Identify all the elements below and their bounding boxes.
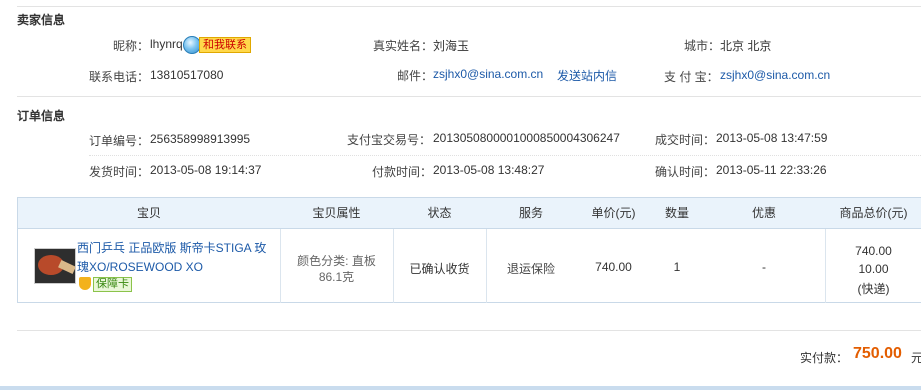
shipping-fee: 10.00: [858, 262, 889, 276]
item-quantity: 1: [673, 260, 681, 274]
alipay-label: 支 付 宝：: [664, 70, 719, 84]
col-quantity: 数量: [664, 206, 689, 220]
item-unit-price: 740.00: [595, 260, 632, 274]
contact-me-button[interactable]: 和我联系: [199, 37, 251, 53]
item-title-line1[interactable]: 西门乒乓 正品欧版 斯帝卡STIGA 玫: [77, 239, 266, 256]
city-label: 城市：: [684, 39, 721, 53]
bottom-bar: [0, 386, 921, 390]
table-header-row: 宝贝 宝贝属性 状态 服务 单价(元) 数量 优惠 商品总价(元): [18, 198, 921, 229]
city-value: 北京 北京: [720, 39, 772, 53]
seller-section-title: 卖家信息: [17, 13, 66, 27]
order-no-value: 256358998913995: [150, 132, 251, 146]
pay-time-label: 付款时间：: [372, 165, 433, 179]
col-total: 商品总价(元): [839, 206, 908, 220]
alipay-tx-label: 支付宝交易号：: [347, 133, 432, 147]
paddle-handle: [58, 259, 75, 275]
service-insurance-link[interactable]: 退运保险: [486, 260, 576, 277]
confirm-time-label: 确认时间：: [655, 165, 716, 179]
send-message-link[interactable]: 发送站内信: [557, 67, 617, 84]
col-discount: 优惠: [751, 206, 776, 220]
seller-divider: [17, 6, 921, 7]
col-service: 服务: [518, 206, 543, 220]
order-section-title: 订单信息: [17, 109, 66, 123]
item-status: 已确认收货: [409, 262, 470, 276]
ship-time-value: 2013-05-08 19:14:37: [150, 163, 262, 177]
col-status: 状态: [427, 206, 452, 220]
deal-time-label: 成交时间：: [655, 133, 716, 147]
item-attribute-line2: 86.1克: [318, 270, 355, 284]
col-unit-price: 单价(元): [591, 206, 636, 220]
real-name-value: 刘海玉: [433, 39, 470, 53]
item-thumbnail[interactable]: [34, 248, 76, 284]
phone-value: 13810517080: [150, 68, 224, 82]
paid-amount: 750.00: [853, 345, 902, 362]
item-total-price: 740.00: [855, 244, 892, 258]
phone-label: 联系电话：: [89, 70, 150, 84]
order-no-label: 订单编号：: [89, 134, 150, 148]
order-row-divider: [89, 155, 921, 156]
guarantee-shield-icon: [79, 277, 91, 290]
summary-divider: [17, 330, 921, 331]
item-attribute-line1: 颜色分类: 直板: [297, 254, 376, 268]
pay-time-value: 2013-05-08 13:48:27: [433, 163, 545, 177]
ship-time-label: 发货时间：: [89, 165, 150, 179]
nickname-label: 昵称：: [113, 39, 150, 53]
paid-unit: 元: [911, 351, 921, 365]
email-link[interactable]: zsjhx0@sina.com.cn: [433, 67, 543, 81]
nickname-value: lhynrq: [150, 37, 183, 51]
confirm-time-value: 2013-05-11 22:33:26: [716, 163, 827, 177]
shipping-method: (快递): [857, 282, 890, 296]
col-item: 宝贝: [136, 206, 161, 220]
alipay-tx-value: 2013050800001000850004306247: [433, 131, 620, 145]
col-attributes: 宝贝属性: [312, 206, 361, 220]
alipay-link[interactable]: zsjhx0@sina.com.cn: [720, 68, 830, 82]
deal-time-value: 2013-05-08 13:47:59: [716, 131, 828, 145]
paid-label: 实付款：: [800, 351, 849, 365]
guarantee-card-badge[interactable]: 保障卡: [93, 277, 132, 292]
order-items-table: 宝贝 宝贝属性 状态 服务 单价(元) 数量 优惠 商品总价(元) 西门乒乓 正…: [17, 197, 921, 303]
email-label: 邮件：: [397, 69, 434, 83]
item-title-line2[interactable]: 瑰XO/ROSEWOOD XO: [77, 258, 203, 275]
order-divider: [17, 96, 921, 97]
item-discount: -: [762, 260, 766, 274]
real-name-label: 真实姓名：: [373, 39, 434, 53]
